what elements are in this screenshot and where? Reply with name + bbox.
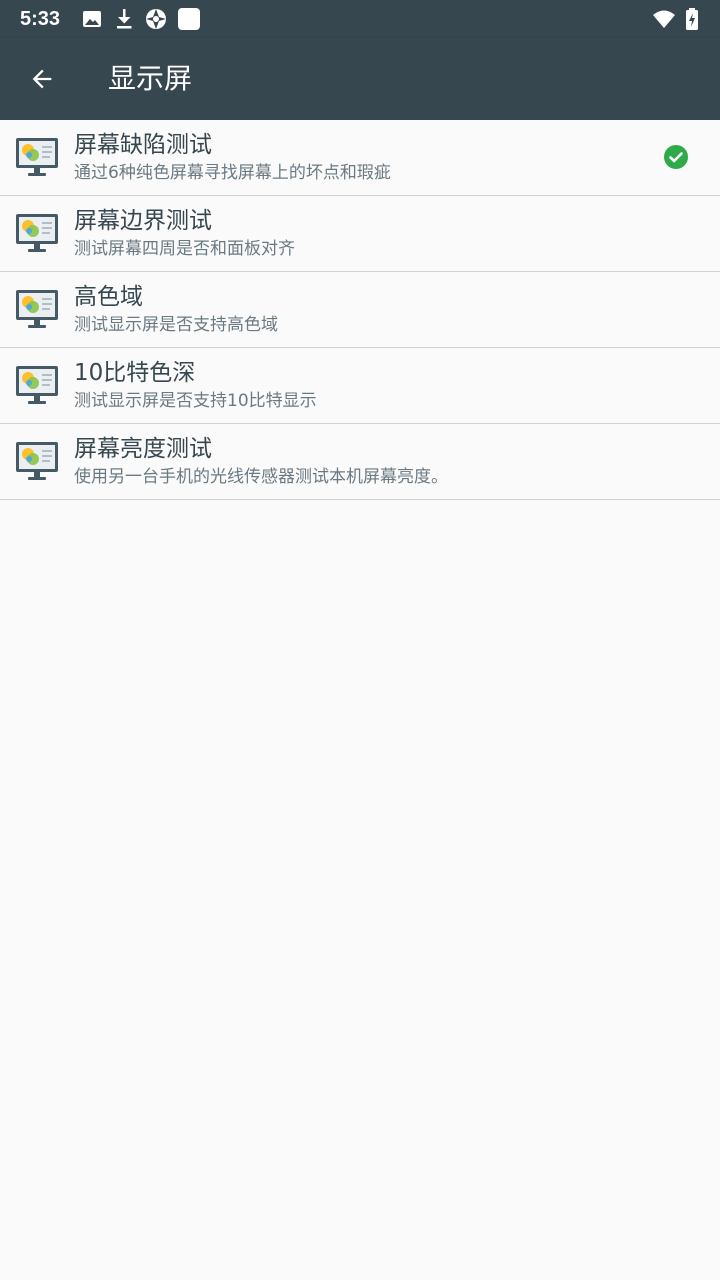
back-button[interactable] [22,59,62,99]
arrow-back-icon [32,69,52,89]
item-subtitle: 测试屏幕四周是否和面板对齐 [74,239,295,259]
item-subtitle: 测试显示屏是否支持10比特显示 [74,391,317,411]
shutter-icon [146,9,166,29]
list-item-high-color-gamut[interactable]: 高色域 测试显示屏是否支持高色域 [0,272,720,348]
item-title: 高色域 [74,284,143,310]
battery-charging-icon [686,8,698,30]
list-item-screen-brightness-test[interactable]: 屏幕亮度测试 使用另一台手机的光线传感器测试本机屏幕亮度。 [0,424,720,500]
item-subtitle: 使用另一台手机的光线传感器测试本机屏幕亮度。 [74,467,448,487]
app-square-icon [178,8,200,30]
image-icon [83,11,101,27]
list-item-screen-defect-test[interactable]: 屏幕缺陷测试 通过6种纯色屏幕寻找屏幕上的坏点和瑕疵 [0,120,720,196]
item-title: 屏幕缺陷测试 [74,132,212,158]
item-title: 屏幕亮度测试 [74,436,212,462]
app-bar: 显示屏 [0,38,720,120]
status-time: 5:33 [20,8,61,30]
list-item-10bit-color-depth[interactable]: 10比特色深 测试显示屏是否支持10比特显示 [0,348,720,424]
monitor-icon [16,290,58,328]
item-title: 10比特色深 [74,360,196,386]
monitor-icon [16,366,58,404]
test-list: 屏幕缺陷测试 通过6种纯色屏幕寻找屏幕上的坏点和瑕疵 屏幕边界测试 测试屏幕四周… [0,120,720,500]
page-title: 显示屏 [108,62,193,95]
monitor-icon [16,442,58,480]
check-circle-icon [664,145,688,169]
monitor-icon [16,214,58,252]
status-bar: 5:33 [0,0,720,38]
monitor-icon [16,138,58,176]
item-subtitle: 通过6种纯色屏幕寻找屏幕上的坏点和瑕疵 [74,163,391,183]
wifi-icon [653,10,675,28]
item-title: 屏幕边界测试 [74,208,212,234]
download-icon [117,9,132,29]
item-subtitle: 测试显示屏是否支持高色域 [74,315,278,335]
list-item-screen-border-test[interactable]: 屏幕边界测试 测试屏幕四周是否和面板对齐 [0,196,720,272]
